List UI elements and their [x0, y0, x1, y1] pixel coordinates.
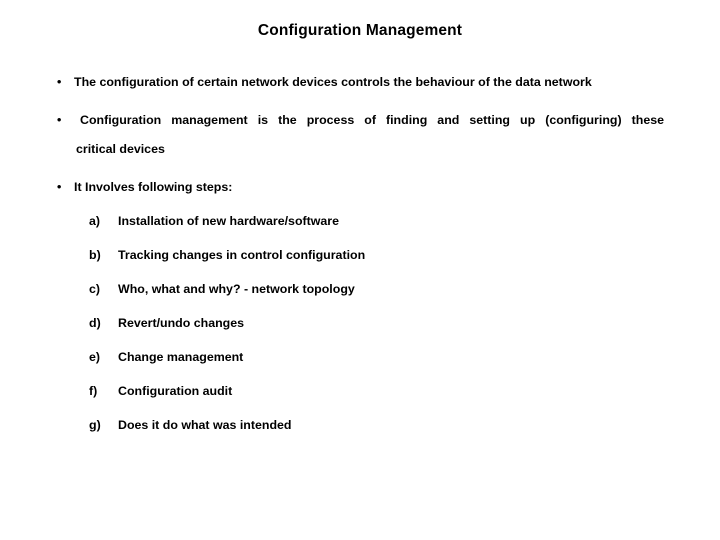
list-item-label: Does it do what was intended: [118, 418, 292, 432]
list-item: e) Change management: [56, 349, 664, 383]
list-item-marker: d): [89, 316, 101, 330]
list-item: d) Revert/undo changes: [56, 315, 664, 349]
bullet-item-2-line-2: critical devices: [76, 142, 165, 156]
list-item-marker: e): [89, 350, 101, 364]
slide-body: • The configuration of certain network d…: [56, 74, 664, 451]
list-item: a) Installation of new hardware/software: [56, 213, 664, 247]
bullet-point-icon: •: [57, 75, 62, 89]
bullet-item-2-line-1: Configuration management is the process …: [80, 113, 664, 127]
list-item: g) Does it do what was intended: [56, 417, 664, 451]
list-item-marker: f): [89, 384, 98, 398]
list-item-label: Tracking changes in control configuratio…: [118, 248, 366, 262]
list-item-marker: b): [89, 248, 101, 262]
bullet-item-3: • It Involves following steps:: [56, 179, 664, 196]
bullet-item-2: • Configuration management is the proces…: [56, 112, 664, 158]
bullet-point-icon: •: [57, 113, 62, 127]
bullet-item-2-text: Configuration management is the process …: [76, 112, 664, 158]
steps-list: a) Installation of new hardware/software…: [56, 213, 664, 451]
list-item: f) Configuration audit: [56, 383, 664, 417]
slide-canvas: Configuration Management • The configura…: [0, 0, 720, 540]
list-item-marker: c): [89, 282, 101, 296]
list-item-label: Configuration audit: [118, 384, 233, 398]
bullet-item-1-text: The configuration of certain network dev…: [74, 75, 592, 89]
bullet-point-icon: •: [57, 180, 62, 194]
list-item-label: Who, what and why? - network topology: [118, 282, 355, 296]
list-item-marker: a): [89, 214, 101, 228]
page-title: Configuration Management: [257, 22, 463, 39]
list-item-marker: g): [89, 418, 101, 432]
list-item-label: Revert/undo changes: [118, 316, 244, 330]
list-item-label: Installation of new hardware/software: [118, 214, 340, 228]
list-item-label: Change management: [118, 350, 244, 364]
bullet-item-1: • The configuration of certain network d…: [56, 74, 664, 91]
list-item: b) Tracking changes in control configura…: [56, 247, 664, 281]
bullet-item-3-text: It Involves following steps:: [74, 180, 233, 194]
list-item: c) Who, what and why? - network topology: [56, 281, 664, 315]
